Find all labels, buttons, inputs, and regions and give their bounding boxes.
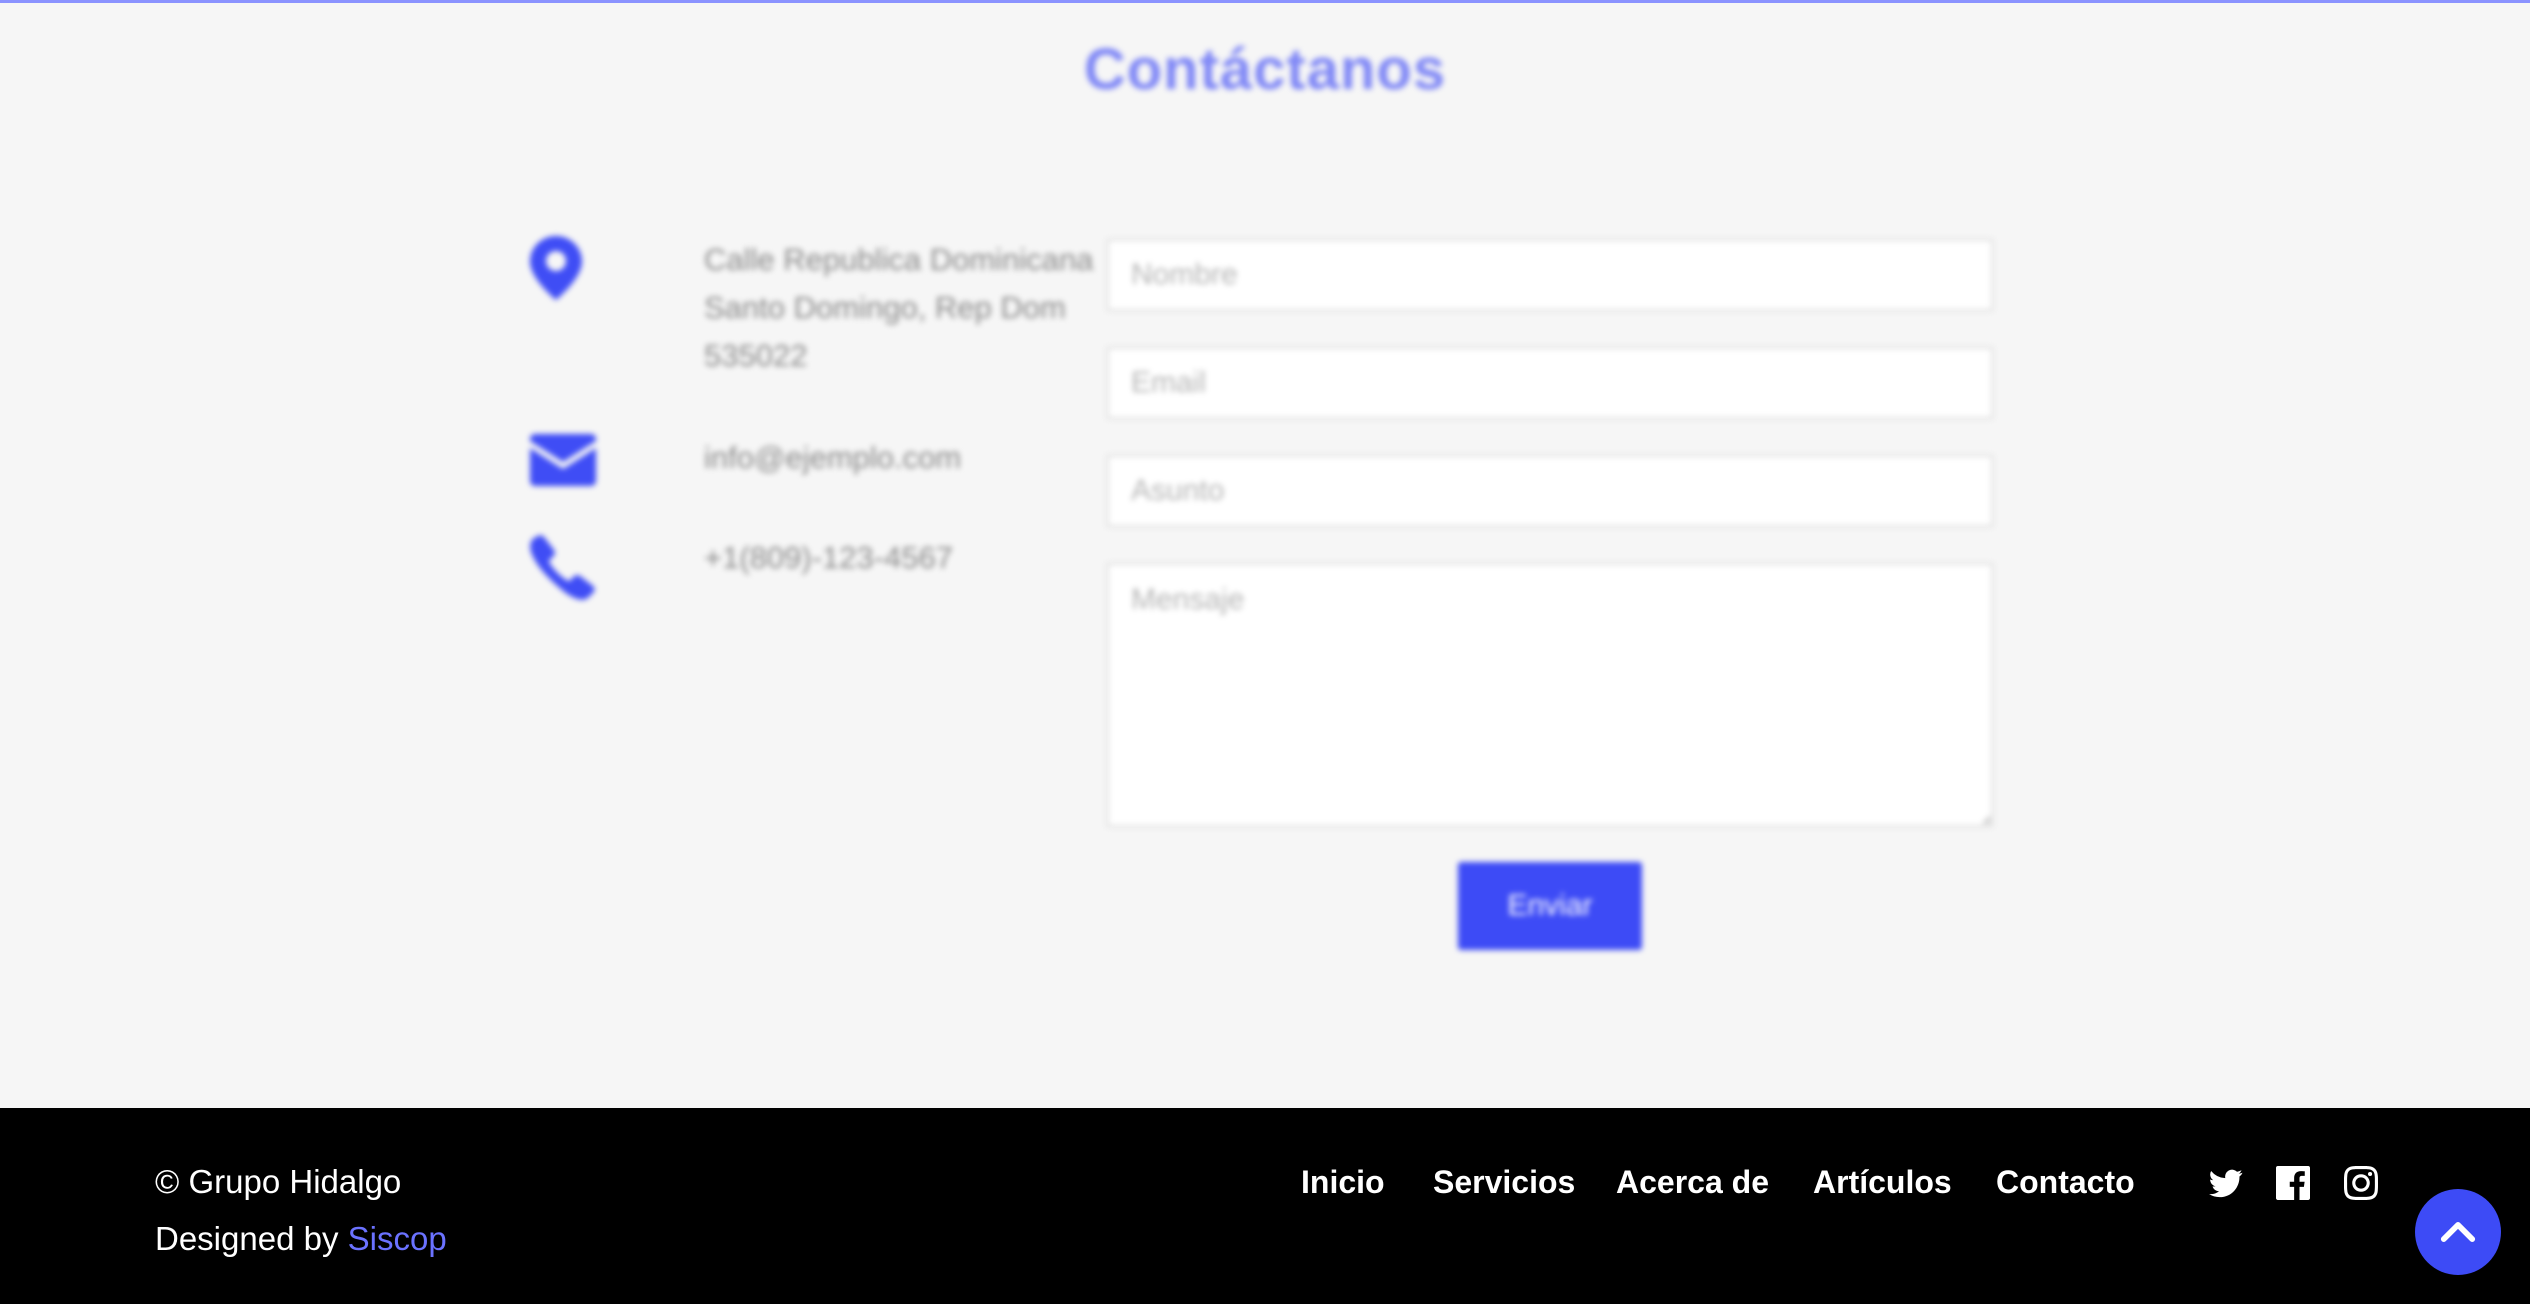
- nav-item-inicio[interactable]: Inicio: [1301, 1164, 1385, 1201]
- back-to-top-button[interactable]: [2415, 1189, 2501, 1275]
- subject-input[interactable]: [1107, 455, 1993, 527]
- designed-by-prefix: Designed by: [155, 1220, 348, 1257]
- instagram-icon[interactable]: [2344, 1166, 2378, 1200]
- phone-icon: [530, 534, 602, 606]
- contact-section: Contáctanos Calle Republica Dominicana S…: [0, 0, 2530, 1108]
- send-button[interactable]: Enviar: [1458, 862, 1642, 950]
- envelope-icon: [530, 434, 602, 506]
- address-text: Calle Republica Dominicana Santo Domingo…: [704, 242, 1094, 373]
- map-pin-icon: [530, 236, 602, 308]
- section-title: Contáctanos: [1083, 37, 1447, 102]
- email-text: info@ejemplo.com: [704, 440, 962, 475]
- designed-by: Designed by Siscop: [155, 1220, 447, 1258]
- nav-item-acerca-de[interactable]: Acerca de: [1616, 1164, 1769, 1201]
- footer-nav: Inicio Servicios Acerca de Artículos Con…: [0, 1164, 2530, 1204]
- twitter-icon[interactable]: [2209, 1166, 2243, 1200]
- email-item: info@ejemplo.com: [530, 434, 1124, 506]
- phone-text: +1(809)-123-4567: [704, 540, 954, 575]
- nav-item-articulos[interactable]: Artículos: [1813, 1164, 1952, 1201]
- nav-item-contacto[interactable]: Contacto: [1996, 1164, 2135, 1201]
- designer-link[interactable]: Siscop: [348, 1220, 447, 1257]
- name-input[interactable]: [1107, 239, 1993, 311]
- address-item: Calle Republica Dominicana Santo Domingo…: [530, 236, 1124, 380]
- message-textarea[interactable]: [1107, 563, 1993, 827]
- nav-item-servicios[interactable]: Servicios: [1433, 1164, 1575, 1201]
- footer: © Grupo Hidalgo Designed by Siscop Inici…: [0, 1108, 2530, 1304]
- email-input[interactable]: [1107, 347, 1993, 419]
- phone-item: +1(809)-123-4567: [530, 534, 1124, 606]
- chevron-up-icon: [2440, 1222, 2476, 1242]
- facebook-icon[interactable]: [2276, 1166, 2310, 1200]
